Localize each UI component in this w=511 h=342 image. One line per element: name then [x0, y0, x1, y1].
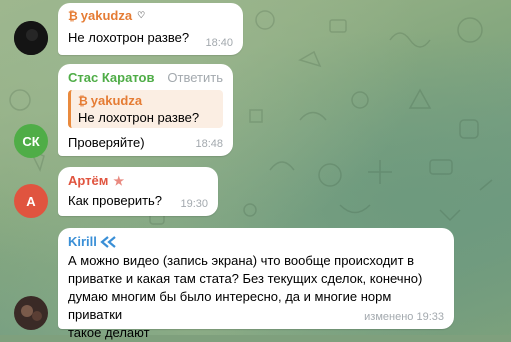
avatar[interactable]: СК [14, 124, 48, 158]
star-badge-icon: ★ [113, 173, 125, 188]
message-bubble: ₿ yakudza ♡ Не лохотрон разве? 18:40 [58, 3, 243, 55]
reply-text: Не лохотрон разве? [78, 110, 200, 125]
emoji-status-icon: ♡ [137, 10, 146, 20]
message-bubble: Артём ★ Как проверить? 19:30 [58, 167, 218, 216]
reply-author: ₿ yakudza [78, 93, 216, 108]
sender-name-label: Артём [68, 173, 109, 188]
message-text-line: приватке и какая там стата? Без текущих … [68, 271, 423, 286]
message-bubble: Стас Каратов Ответить ₿ yakudza Не лохот… [58, 64, 233, 156]
reply-author-label: yakudza [90, 93, 143, 108]
avatar[interactable] [14, 296, 48, 330]
reply-quote[interactable]: ₿ yakudza Не лохотрон разве? [68, 90, 223, 128]
message-text-line: А можно видео (запись экрана) что вообще… [68, 253, 415, 268]
message-time: 18:40 [205, 37, 233, 49]
sender-name-label: Kirill [68, 234, 97, 249]
message-time: 19:30 [180, 198, 208, 210]
reply-action[interactable]: Ответить [167, 70, 223, 85]
avatar-initials: СК [22, 133, 40, 149]
sender-name[interactable]: Артём ★ [68, 173, 208, 188]
sender-name-label: yakudza [80, 8, 133, 23]
avatar[interactable]: А [14, 184, 48, 218]
message-time: 18:48 [195, 138, 223, 150]
message-text-line: такое делают [68, 325, 150, 340]
chevrons-badge-icon [100, 235, 116, 248]
message-text: А можно видео (запись экрана) что вообще… [68, 252, 444, 342]
avatar-initials: А [26, 193, 36, 209]
avatar[interactable] [14, 21, 48, 55]
message-bubble: Kirill А можно видео (запись экрана) что… [58, 228, 454, 340]
sender-name[interactable]: Стас Каратов [68, 70, 154, 85]
sender-name[interactable]: Kirill [68, 234, 444, 249]
sender-name[interactable]: ₿ yakudza ♡ [68, 8, 233, 23]
bitcoin-icon: ₿ [78, 93, 88, 108]
avatar-image [14, 21, 48, 55]
message-time: изменено 19:33 [364, 311, 444, 323]
bitcoin-icon: ₿ [68, 8, 78, 23]
avatar-image [14, 296, 48, 330]
